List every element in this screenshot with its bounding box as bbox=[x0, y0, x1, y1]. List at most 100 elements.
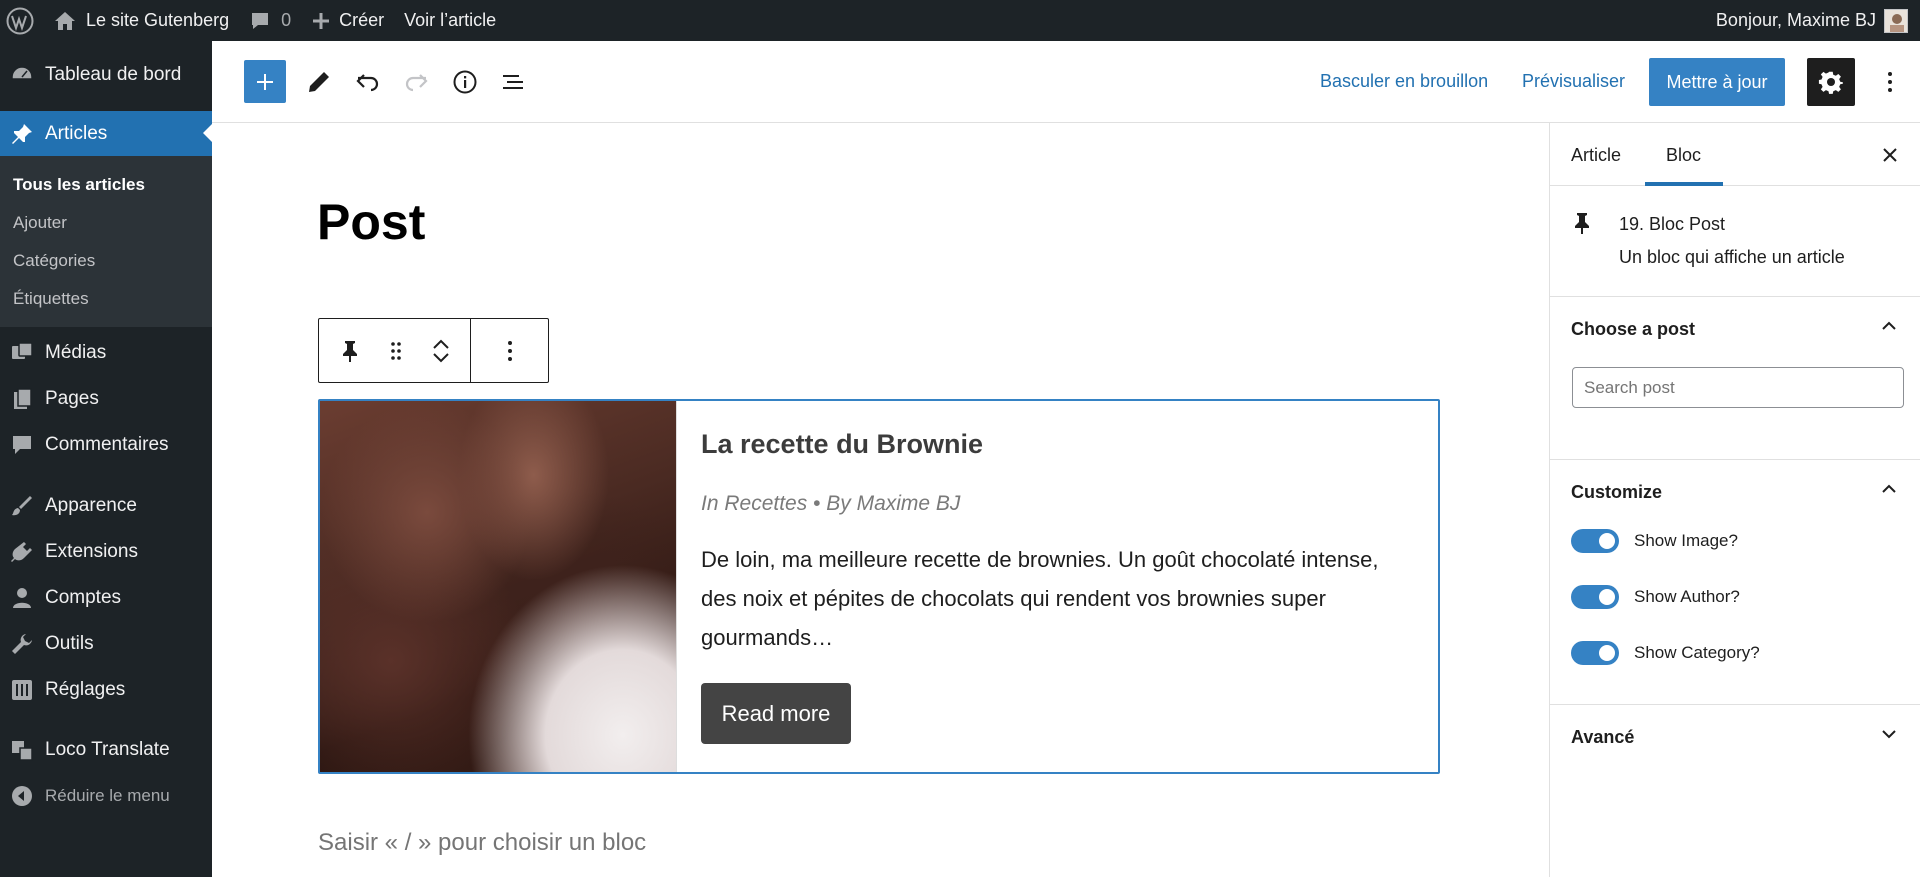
greeting: Bonjour, Maxime BJ bbox=[1715, 10, 1876, 30]
toggle-switch[interactable] bbox=[1571, 641, 1619, 665]
tab-article[interactable]: Article bbox=[1571, 145, 1621, 166]
details-button[interactable] bbox=[444, 61, 486, 103]
block-movers bbox=[432, 338, 450, 364]
panel-toggle-customize[interactable]: Customize bbox=[1571, 482, 1662, 503]
panel-toggle-choose-post[interactable]: Choose a post bbox=[1571, 319, 1695, 340]
submenu-tags[interactable]: Étiquettes bbox=[0, 280, 212, 318]
panel-toggle-advanced[interactable]: Avancé bbox=[1571, 727, 1634, 748]
comments-count: 0 bbox=[281, 10, 292, 30]
block-type-button[interactable] bbox=[339, 339, 361, 363]
block-inserter-button[interactable] bbox=[244, 60, 286, 103]
plus-icon bbox=[313, 12, 330, 29]
new-content-link[interactable]: Créer bbox=[301, 0, 394, 41]
collapse-arrow-icon bbox=[12, 786, 32, 806]
sidebar-item-pages[interactable]: Pages bbox=[0, 376, 212, 422]
chevron-up-icon[interactable] bbox=[1880, 482, 1898, 500]
close-icon bbox=[1883, 148, 1897, 162]
block-options-button[interactable] bbox=[471, 319, 548, 382]
preview-button[interactable]: Prévisualiser bbox=[1522, 71, 1625, 92]
sidebar-item-dashboard[interactable]: Tableau de bord bbox=[0, 51, 212, 99]
update-button[interactable]: Mettre à jour bbox=[1649, 58, 1785, 106]
pin-icon bbox=[343, 340, 358, 362]
sidebar-item-extensions[interactable]: Extensions bbox=[0, 529, 212, 575]
sidebar-item-label: Apparence bbox=[45, 495, 137, 516]
post-block[interactable]: La recette du Brownie In Recettes • By M… bbox=[318, 399, 1440, 774]
toggle-show-category[interactable]: Show Category? bbox=[1571, 641, 1760, 665]
pin-icon bbox=[1571, 210, 1593, 241]
settings-button[interactable] bbox=[1807, 58, 1855, 106]
list-view-icon bbox=[503, 75, 523, 89]
sidebar-item-label: Outils bbox=[45, 633, 94, 654]
sidebar-item-articles[interactable]: Articles bbox=[0, 111, 212, 156]
submenu-categories[interactable]: Catégories bbox=[0, 242, 212, 280]
sidebar-item-comments[interactable]: Commentaires bbox=[0, 422, 212, 468]
tab-bloc[interactable]: Bloc bbox=[1666, 145, 1701, 166]
list-view-button[interactable] bbox=[492, 61, 534, 103]
sidebar-item-label: Articles bbox=[45, 122, 108, 144]
chevron-up-icon[interactable] bbox=[1880, 319, 1898, 337]
panel-advanced: Avancé bbox=[1550, 705, 1920, 769]
admin-sidebar: Tableau de bord Articles Tous les articl… bbox=[0, 41, 212, 877]
options-menu-button[interactable] bbox=[1874, 61, 1906, 103]
toggle-show-image[interactable]: Show Image? bbox=[1571, 529, 1738, 553]
toggle-show-author[interactable]: Show Author? bbox=[1571, 585, 1740, 609]
sidebar-item-tools[interactable]: Outils bbox=[0, 621, 212, 667]
block-placeholder[interactable]: Saisir « / » pour choisir un bloc bbox=[318, 829, 646, 857]
sidebar-item-settings[interactable]: Réglages bbox=[0, 667, 212, 713]
avatar bbox=[1884, 8, 1908, 33]
sidebar-item-media[interactable]: Médias bbox=[0, 330, 212, 376]
chevron-down-icon[interactable] bbox=[1880, 727, 1898, 745]
sidebar-item-label: Loco Translate bbox=[45, 739, 170, 760]
comments-link[interactable]: 0 bbox=[239, 0, 301, 41]
collapse-menu-button[interactable]: Réduire le menu bbox=[0, 773, 212, 819]
block-inspector: Article Bloc 19. Bloc Post Un bloc qui a… bbox=[1549, 123, 1920, 877]
post-featured-image bbox=[320, 401, 677, 772]
sidebar-item-label: Réglages bbox=[45, 679, 126, 700]
block-description: Un bloc qui affiche un article bbox=[1619, 247, 1845, 267]
undo-icon bbox=[356, 74, 379, 92]
home-icon bbox=[55, 11, 75, 30]
sidebar-item-label: Commentaires bbox=[45, 434, 169, 455]
chevron-up-icon[interactable] bbox=[432, 338, 450, 350]
tools-icon bbox=[12, 634, 32, 654]
read-more-button[interactable]: Read more bbox=[701, 683, 851, 744]
chevron-down-icon[interactable] bbox=[432, 352, 450, 364]
submenu-all-articles[interactable]: Tous les articles bbox=[0, 166, 212, 204]
more-vertical-icon bbox=[1888, 72, 1892, 92]
sidebar-item-loco-translate[interactable]: Loco Translate bbox=[0, 727, 212, 773]
wordpress-logo[interactable] bbox=[0, 0, 44, 41]
view-post-label: Voir l’article bbox=[404, 10, 497, 30]
post-content: La recette du Brownie In Recettes • By M… bbox=[677, 401, 1438, 772]
sidebar-item-label: Extensions bbox=[45, 541, 138, 562]
sidebar-item-label: Tableau de bord bbox=[45, 64, 182, 85]
undo-button[interactable] bbox=[347, 61, 389, 103]
view-post-link[interactable]: Voir l’article bbox=[394, 0, 506, 41]
toggle-label: Show Author? bbox=[1634, 587, 1740, 606]
switch-to-draft-button[interactable]: Basculer en brouillon bbox=[1320, 71, 1488, 92]
toggle-switch[interactable] bbox=[1571, 585, 1619, 609]
toggle-switch[interactable] bbox=[1571, 529, 1619, 553]
more-vertical-icon bbox=[507, 340, 512, 361]
close-settings-button[interactable] bbox=[1878, 143, 1902, 167]
pages-icon bbox=[14, 388, 32, 409]
block-card: 19. Bloc Post Un bloc qui affiche un art… bbox=[1550, 186, 1920, 297]
sidebar-item-label: Médias bbox=[45, 342, 107, 363]
sidebar-item-appearance[interactable]: Apparence bbox=[0, 483, 212, 529]
submenu-add[interactable]: Ajouter bbox=[0, 204, 212, 242]
block-title: 19. Bloc Post bbox=[1619, 214, 1726, 234]
tools-button[interactable] bbox=[298, 61, 340, 103]
new-content-label: Créer bbox=[339, 10, 385, 30]
drag-handle[interactable] bbox=[389, 340, 403, 362]
info-icon bbox=[453, 70, 477, 94]
post-title[interactable]: Post bbox=[317, 193, 425, 251]
redo-button[interactable] bbox=[395, 61, 437, 103]
post-excerpt: De loin, ma meilleure recette de brownie… bbox=[701, 547, 1379, 650]
my-account[interactable]: Bonjour, Maxime BJ bbox=[1715, 8, 1920, 33]
redo-icon bbox=[405, 74, 428, 92]
search-post-input[interactable] bbox=[1572, 367, 1904, 408]
sidebar-item-users[interactable]: Comptes bbox=[0, 575, 212, 621]
site-name-link[interactable]: Le site Gutenberg bbox=[44, 0, 239, 41]
comments-icon bbox=[13, 436, 31, 454]
media-icon bbox=[12, 342, 33, 359]
sidebar-item-label: Comptes bbox=[45, 587, 122, 608]
